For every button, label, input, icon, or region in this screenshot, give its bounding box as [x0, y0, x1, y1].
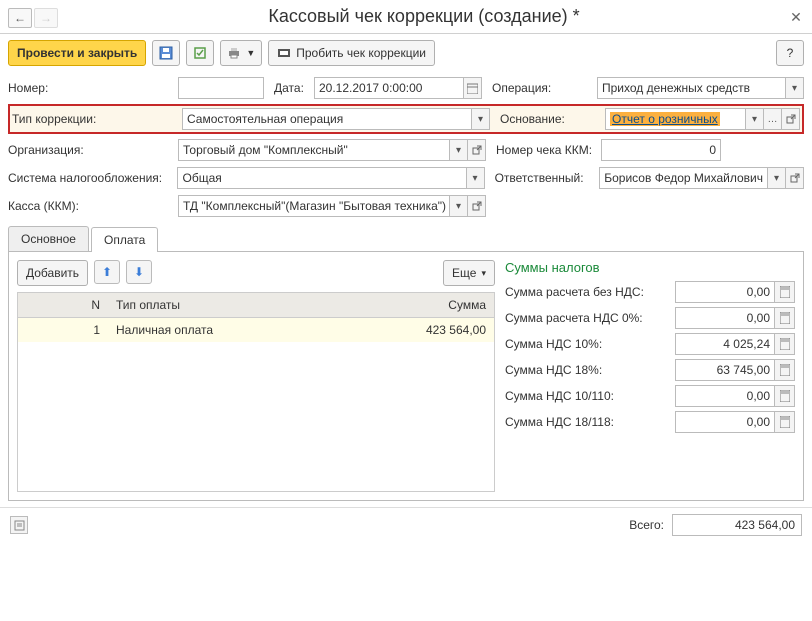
open-icon	[790, 173, 800, 183]
nav-back-button[interactable]: ←	[8, 8, 32, 28]
org-label: Организация:	[8, 143, 178, 157]
calculator-icon	[780, 338, 790, 350]
tax-field[interactable]: 0,00	[675, 385, 775, 407]
calc-button[interactable]	[775, 385, 795, 407]
tax-system-label: Система налогообложения:	[8, 171, 177, 185]
tax-label: Сумма расчета НДС 0%:	[505, 311, 675, 325]
basis-select-button[interactable]: …	[764, 108, 782, 130]
print-button[interactable]: ▼	[220, 40, 262, 66]
arrow-down-icon: ⬇	[134, 265, 144, 279]
tax-label: Сумма НДС 18%:	[505, 363, 675, 377]
open-icon	[786, 114, 796, 124]
corr-type-field[interactable]: Самостоятельная операция	[182, 108, 472, 130]
nav-forward-button[interactable]: →	[34, 8, 58, 28]
close-icon[interactable]: ✕	[788, 9, 804, 26]
col-n-header[interactable]: N	[18, 293, 108, 317]
kkm-num-field[interactable]: 0	[601, 139, 721, 161]
org-field[interactable]: Торговый дом "Комплексный"	[178, 139, 450, 161]
calc-button[interactable]	[775, 411, 795, 433]
calendar-icon	[467, 83, 478, 94]
taxes-header: Суммы налогов	[505, 260, 795, 275]
open-icon	[472, 145, 482, 155]
kassa-field[interactable]: ТД "Комплексный"(Магазин "Бытовая техник…	[178, 195, 450, 217]
calculator-icon	[780, 416, 790, 428]
cell-n: 1	[18, 318, 108, 342]
operation-label: Операция:	[492, 81, 597, 95]
operation-dropdown[interactable]: ▾	[786, 77, 804, 99]
post-button[interactable]	[186, 40, 214, 66]
move-down-button[interactable]: ⬇	[126, 260, 152, 284]
calculator-icon	[780, 364, 790, 376]
kassa-open-button[interactable]	[468, 195, 486, 217]
calculator-icon	[780, 312, 790, 324]
post-and-close-button[interactable]: Провести и закрыть	[8, 40, 146, 66]
chevron-down-icon: ▾	[481, 268, 486, 279]
responsible-open-button[interactable]	[786, 167, 804, 189]
tax-field[interactable]: 0,00	[675, 307, 775, 329]
responsible-field[interactable]: Борисов Федор Михайлович	[599, 167, 768, 189]
tax-label: Сумма расчета без НДС:	[505, 285, 675, 299]
tab-main[interactable]: Основное	[8, 226, 89, 251]
open-icon	[472, 201, 482, 211]
footer-note-button[interactable]	[10, 516, 28, 534]
cell-type: Наличная оплата	[108, 318, 374, 342]
calc-button[interactable]	[775, 281, 795, 303]
tab-payment[interactable]: Оплата	[91, 227, 158, 252]
col-type-header[interactable]: Тип оплаты	[108, 293, 374, 317]
window-title: Кассовый чек коррекции (создание) *	[60, 4, 788, 31]
org-open-button[interactable]	[468, 139, 486, 161]
calc-button[interactable]	[775, 359, 795, 381]
basis-label: Основание:	[500, 112, 605, 126]
calculator-icon	[780, 286, 790, 298]
total-label: Всего:	[629, 518, 664, 532]
basis-open-button[interactable]	[782, 108, 800, 130]
responsible-dropdown[interactable]: ▾	[768, 167, 786, 189]
correction-check-button[interactable]: Пробить чек коррекции	[268, 40, 435, 66]
calc-button[interactable]	[775, 307, 795, 329]
calc-button[interactable]	[775, 333, 795, 355]
tax-label: Сумма НДС 18/118:	[505, 415, 675, 429]
tax-label: Сумма НДС 10/110:	[505, 389, 675, 403]
post-icon	[193, 46, 207, 60]
tax-field[interactable]: 0,00	[675, 281, 775, 303]
payment-table: N Тип оплаты Сумма 1 Наличная оплата 423…	[17, 292, 495, 492]
total-field: 423 564,00	[672, 514, 802, 536]
move-up-button[interactable]: ⬆	[94, 260, 120, 284]
number-label: Номер:	[8, 81, 178, 95]
arrow-up-icon: ⬆	[102, 265, 112, 279]
responsible-label: Ответственный:	[495, 171, 600, 185]
tax-label: Сумма НДС 10%:	[505, 337, 675, 351]
col-sum-header[interactable]: Сумма	[374, 293, 494, 317]
basis-dropdown[interactable]: ▾	[746, 108, 764, 130]
help-button[interactable]: ?	[776, 40, 804, 66]
cell-sum: 423 564,00	[374, 318, 494, 342]
corr-type-label: Тип коррекции:	[12, 112, 182, 126]
kassa-label: Касса (ККМ):	[8, 199, 178, 213]
date-label: Дата:	[274, 81, 314, 95]
kkm-num-label: Номер чека ККМ:	[496, 143, 601, 157]
tax-system-field[interactable]: Общая	[177, 167, 466, 189]
chevron-down-icon: ▼	[246, 48, 255, 58]
operation-field[interactable]: Приход денежных средств	[597, 77, 786, 99]
date-field[interactable]: 20.12.2017 0:00:00	[314, 77, 464, 99]
number-field[interactable]	[178, 77, 264, 99]
calendar-button[interactable]	[464, 77, 482, 99]
corr-type-dropdown[interactable]: ▾	[472, 108, 490, 130]
basis-field[interactable]: Отчет о розничных	[605, 108, 746, 130]
tax-system-dropdown[interactable]: ▾	[467, 167, 485, 189]
printer-icon	[227, 46, 241, 60]
table-row[interactable]: 1 Наличная оплата 423 564,00	[18, 318, 494, 342]
save-button[interactable]	[152, 40, 180, 66]
add-row-button[interactable]: Добавить	[17, 260, 88, 286]
more-button[interactable]: Еще ▾	[443, 260, 495, 286]
kassa-dropdown[interactable]: ▾	[450, 195, 468, 217]
calculator-icon	[780, 390, 790, 402]
tax-field[interactable]: 0,00	[675, 411, 775, 433]
tax-field[interactable]: 4 025,24	[675, 333, 775, 355]
org-dropdown[interactable]: ▾	[450, 139, 468, 161]
receipt-icon	[277, 47, 291, 59]
tax-field[interactable]: 63 745,00	[675, 359, 775, 381]
note-icon	[14, 520, 25, 531]
floppy-icon	[159, 46, 173, 60]
